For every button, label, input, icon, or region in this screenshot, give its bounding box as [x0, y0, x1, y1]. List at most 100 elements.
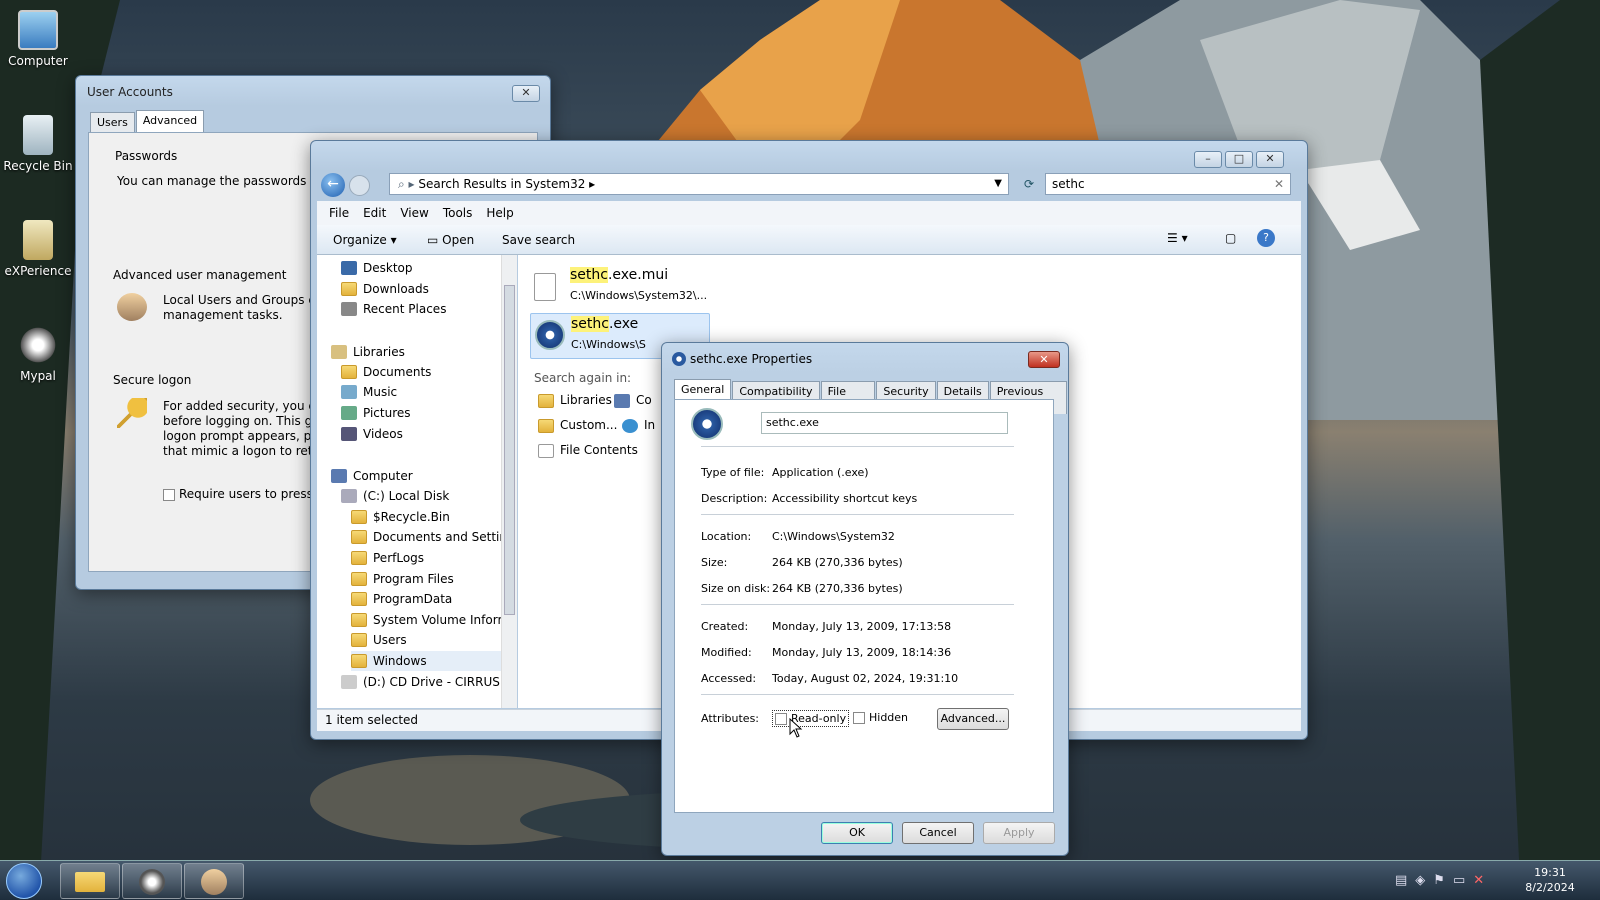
hidden-check[interactable] [853, 712, 865, 724]
close-button[interactable]: ✕ [512, 85, 540, 102]
tree-item[interactable]: Program Files [351, 569, 454, 589]
view-options-icon[interactable]: ☰ ▾ [1167, 231, 1188, 245]
navigation-pane: Desktop Downloads Recent Places Libraries Do… [317, 255, 517, 708]
passwords-text: You can manage the passwords you [117, 174, 333, 188]
result-item[interactable]: sethc.exe.mui C:\Windows\System32\... [530, 267, 710, 309]
start-button[interactable] [6, 863, 42, 899]
hidden-checkbox[interactable]: Hidden [853, 711, 908, 724]
tree-item[interactable]: (C:) Local Disk [341, 486, 449, 506]
menu-file[interactable]: File [329, 206, 349, 220]
tree-item[interactable]: Computer [331, 466, 413, 486]
dialog-title: sethc.exe Properties [690, 352, 813, 366]
scroll-thumb[interactable] [504, 285, 515, 615]
secure-logon-title: Secure logon [113, 373, 192, 387]
menu-help[interactable]: Help [486, 206, 513, 220]
address-bar[interactable]: ⌕ ▸ Search Results in System32 ▸ ▼ [389, 173, 1009, 195]
close-button[interactable]: ✕ [1028, 351, 1060, 368]
tree-item[interactable]: Videos [341, 424, 403, 444]
taskbar-user-accounts[interactable] [184, 863, 244, 899]
dropdown-arrow-icon[interactable]: ▼ [994, 174, 1002, 194]
tree-item[interactable]: Documents and Settings [351, 527, 517, 547]
volume-muted-icon[interactable]: ✕ [1473, 873, 1492, 888]
search-icon: ⌕ ▸ [398, 177, 419, 191]
desktop-icon-mypal[interactable]: Mypal [0, 325, 76, 383]
tree-item[interactable]: (D:) CD Drive - CIRRUS [341, 672, 500, 692]
tree-item[interactable]: Music [341, 382, 397, 402]
search-link-custom[interactable]: Custom... [538, 418, 617, 433]
secure-text4: that mimic a logon to retrie [163, 444, 329, 458]
readonly-checkbox[interactable]: Read-only [772, 710, 850, 727]
readonly-check[interactable] [775, 713, 787, 725]
separator [701, 694, 1014, 695]
result-name: sethc.exe [571, 316, 638, 332]
filename-field[interactable]: sethc.exe [761, 412, 1008, 434]
folder-icon [351, 509, 367, 524]
tree-item[interactable]: Documents [341, 362, 431, 382]
aum-title: Advanced user management [113, 268, 287, 282]
search-input[interactable]: sethc [1052, 177, 1085, 191]
tree-item[interactable]: Desktop [341, 258, 413, 278]
desktop-icon-recycle-bin[interactable]: Recycle Bin [0, 115, 76, 173]
back-button[interactable]: ← [321, 173, 345, 197]
require-ctrl-alt-del[interactable]: Require users to press Ct [163, 487, 330, 501]
help-icon[interactable]: ? [1257, 229, 1275, 247]
maximize-button[interactable]: □ [1225, 151, 1253, 168]
search-link-computer[interactable]: Co [614, 393, 652, 408]
advanced-button[interactable]: Advanced... [937, 708, 1009, 730]
clear-search-icon[interactable]: ✕ [1274, 174, 1284, 194]
tree-item[interactable]: Pictures [341, 403, 411, 423]
tray-icon[interactable]: ▤ [1395, 873, 1415, 888]
search-link-libraries[interactable]: Libraries [538, 393, 612, 408]
forward-button[interactable] [349, 175, 370, 196]
tree-item[interactable]: ProgramData [351, 589, 452, 609]
attributes-label: Attributes: [701, 712, 760, 725]
tab-advanced[interactable]: Advanced [135, 110, 205, 132]
tree-item[interactable]: Recent Places [341, 299, 446, 319]
security-icon[interactable]: ◈ [1415, 873, 1433, 888]
tree-item[interactable]: Downloads [341, 279, 429, 299]
menu-view[interactable]: View [400, 206, 428, 220]
folder-icon [341, 426, 357, 441]
apply-button[interactable]: Apply [983, 822, 1055, 844]
search-link-file-contents[interactable]: File Contents [538, 443, 638, 458]
secure-text3: logon prompt appears, prot [163, 429, 328, 443]
tree-item-label: (C:) Local Disk [363, 489, 450, 504]
tree-item[interactable]: $Recycle.Bin [351, 507, 450, 527]
menu-tools[interactable]: Tools [443, 206, 473, 220]
flag-icon[interactable]: ⚑ [1433, 873, 1453, 888]
link-label: In [644, 418, 656, 432]
taskbar-mypal[interactable] [122, 863, 182, 899]
clock[interactable]: 19:31 8/2/2024 [1508, 865, 1592, 895]
tree-item-label: Windows [373, 654, 427, 668]
preview-pane-icon[interactable]: ▢ [1225, 231, 1236, 245]
tree-item[interactable]: Users [351, 630, 407, 650]
tree-item[interactable]: Libraries [331, 342, 405, 362]
tree-item[interactable]: System Volume Informa [351, 610, 516, 630]
tree-item-label: Documents and Settings [373, 530, 517, 545]
cancel-button[interactable]: Cancel [902, 822, 974, 844]
nav-scrollbar[interactable] [501, 255, 517, 708]
network-icon[interactable]: ▭ [1453, 873, 1473, 888]
refresh-button[interactable]: ⟳ [1019, 173, 1039, 195]
search-box[interactable]: sethc ✕ [1045, 173, 1291, 195]
require-checkbox[interactable] [163, 488, 175, 501]
taskbar-explorer[interactable] [60, 863, 120, 899]
ok-button[interactable]: OK [821, 822, 893, 844]
size-value: 264 KB (270,336 bytes) [772, 556, 903, 569]
tree-item[interactable]: Windows [351, 651, 517, 671]
tab-users[interactable]: Users [90, 112, 135, 134]
save-search-button[interactable]: Save search [502, 233, 575, 247]
tree-item[interactable]: PerfLogs [351, 548, 424, 568]
folder-icon [341, 406, 357, 420]
desktop-icon-experience[interactable]: eXPerience [0, 220, 76, 278]
clock-date: 8/2/2024 [1525, 881, 1575, 894]
desktop-icon-computer[interactable]: Computer [0, 10, 76, 68]
breadcrumb[interactable]: Search Results in System32 [418, 177, 585, 191]
search-link-internet[interactable]: In [622, 418, 655, 433]
close-button[interactable]: ✕ [1256, 151, 1284, 168]
organize-button[interactable]: Organize ▾ [333, 233, 397, 247]
computer-icon [18, 10, 58, 50]
open-button[interactable]: ▭ Open [427, 233, 474, 247]
minimize-button[interactable]: – [1194, 151, 1222, 168]
menu-edit[interactable]: Edit [363, 206, 386, 220]
